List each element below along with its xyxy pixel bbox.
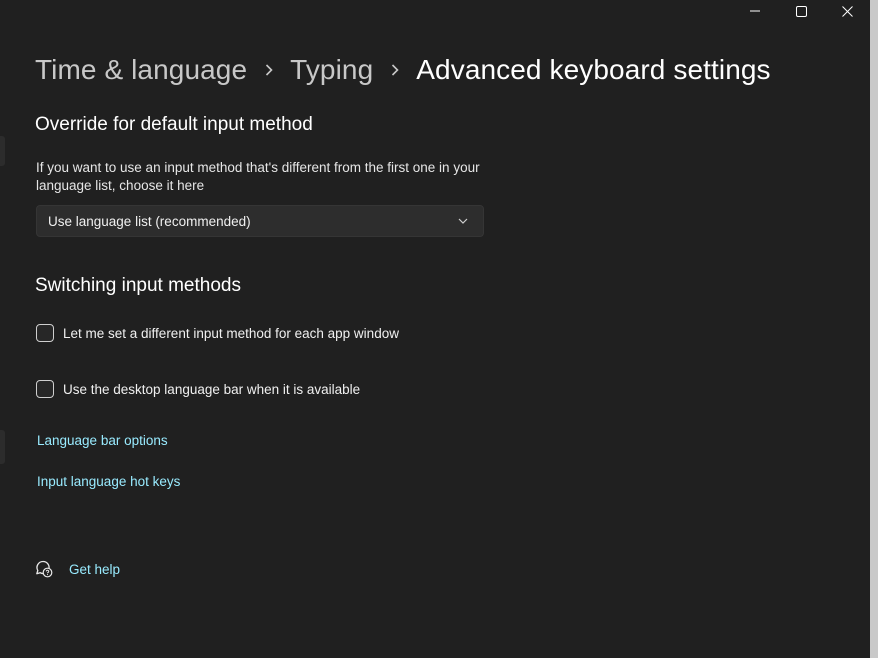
default-input-method-dropdown[interactable]: Use language list (recommended) [36, 205, 484, 237]
close-icon [841, 5, 853, 17]
desktop-language-bar-checkbox-row[interactable]: Use the desktop language bar when it is … [36, 380, 360, 398]
maximize-icon [795, 5, 807, 17]
override-section-title: Override for default input method [35, 114, 313, 135]
chevron-right-icon [247, 63, 290, 77]
per-app-input-method-checkbox[interactable] [36, 324, 54, 342]
minimize-icon [750, 10, 760, 12]
breadcrumb-typing[interactable]: Typing [290, 54, 373, 86]
switching-section-title: Switching input methods [35, 275, 241, 296]
get-help-label: Get help [69, 561, 121, 577]
page-title: Advanced keyboard settings [416, 54, 771, 85]
input-language-hot-keys-link[interactable]: Input language hot keys [37, 474, 180, 489]
help-chat-icon [35, 560, 53, 578]
desktop-language-bar-checkbox[interactable] [36, 380, 54, 398]
nav-pane-edge [0, 136, 5, 166]
minimize-button[interactable] [732, 0, 778, 22]
settings-window: Time & language Typing Advanced keyboard… [0, 0, 870, 658]
breadcrumb: Time & language Typing Advanced keyboard… [35, 50, 771, 90]
dropdown-selected-value: Use language list (recommended) [48, 213, 251, 229]
nav-pane-edge [0, 430, 5, 464]
per-app-input-method-checkbox-row[interactable]: Let me set a different input method for … [36, 324, 399, 342]
window-border [870, 0, 878, 658]
language-bar-options-link[interactable]: Language bar options [37, 433, 168, 448]
chevron-right-icon [373, 63, 416, 77]
override-description: If you want to use an input method that'… [36, 160, 480, 193]
maximize-button[interactable] [778, 0, 824, 22]
breadcrumb-time-language[interactable]: Time & language [35, 54, 247, 86]
chevron-down-icon [457, 215, 469, 227]
close-button[interactable] [824, 0, 870, 22]
per-app-input-method-label: Let me set a different input method for … [63, 325, 399, 341]
get-help-link[interactable]: Get help [35, 560, 120, 578]
desktop-language-bar-label: Use the desktop language bar when it is … [63, 381, 361, 397]
